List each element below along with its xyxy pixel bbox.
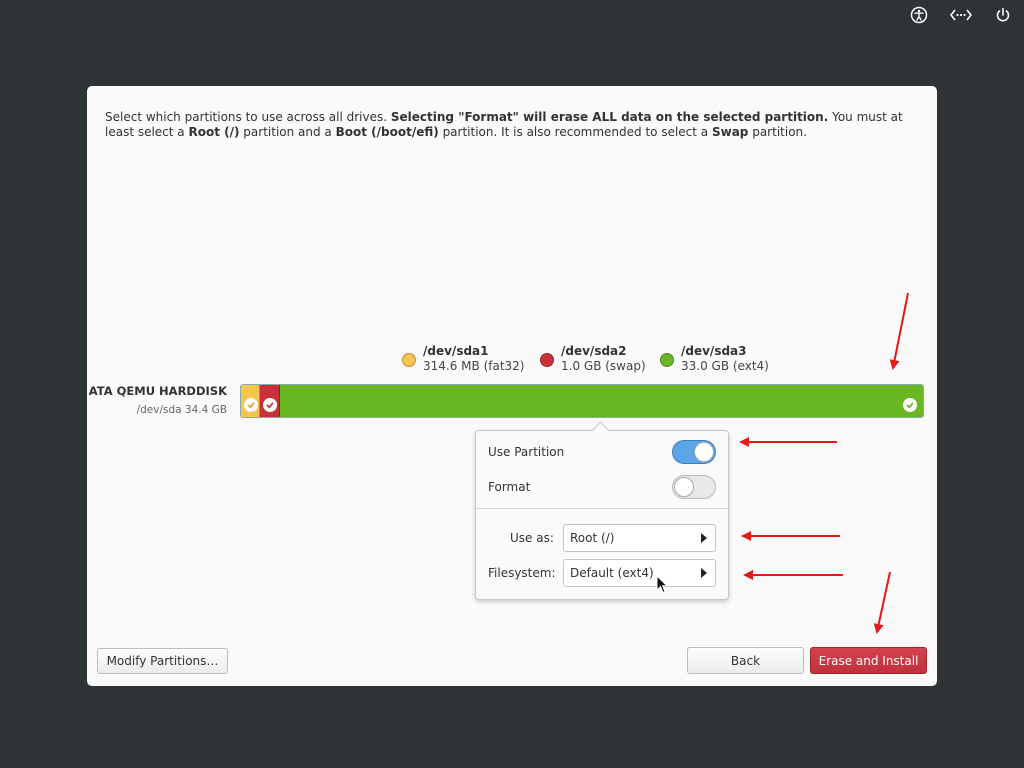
partition-segment-sda3[interactable]: [280, 385, 923, 417]
check-icon: [244, 398, 258, 412]
legend-item-sda2: /dev/sda2 1.0 GB (swap): [540, 344, 646, 374]
popover-arrow: [591, 421, 610, 440]
power-icon[interactable]: [994, 6, 1012, 24]
instructions-text: Select which partitions to use across al…: [105, 110, 903, 139]
network-icon[interactable]: [950, 6, 972, 24]
switch-knob: [694, 442, 714, 462]
partition-color-dot: [540, 353, 554, 367]
filesystem-combo[interactable]: Default (ext4): [563, 559, 716, 587]
partitioning-card: Select which partitions to use across al…: [87, 86, 937, 686]
accessibility-icon[interactable]: [910, 6, 928, 24]
filesystem-label: Filesystem:: [488, 566, 556, 580]
check-icon: [263, 398, 277, 412]
popover-separator: [476, 508, 728, 509]
switch-knob: [674, 477, 694, 497]
format-label: Format: [488, 480, 531, 494]
check-icon: [903, 398, 917, 412]
partition-options-popover: Use Partition Format Use as: Root (/) Fi…: [475, 421, 729, 600]
back-button[interactable]: Back: [687, 647, 804, 674]
erase-and-install-button[interactable]: Erase and Install: [810, 647, 927, 674]
disk-partition-bar: [240, 384, 924, 418]
partition-color-dot: [660, 353, 674, 367]
triangle-right-icon: [701, 568, 707, 578]
use-as-combo[interactable]: Root (/): [563, 524, 716, 552]
mouse-cursor-icon: [656, 574, 669, 598]
disk-info: /dev/sda 34.4 GB: [136, 404, 227, 416]
legend-item-sda3: /dev/sda3 33.0 GB (ext4): [660, 344, 769, 374]
partition-segment-sda2[interactable]: [260, 385, 280, 417]
use-as-label: Use as:: [510, 531, 554, 545]
disk-name: ATA QEMU HARDDISK: [88, 384, 227, 398]
triangle-right-icon: [701, 533, 707, 543]
legend-item-sda1: /dev/sda1 314.6 MB (fat32): [402, 344, 524, 374]
partition-color-dot: [402, 353, 416, 367]
format-switch[interactable]: [672, 475, 716, 499]
partition-segment-sda1[interactable]: [241, 385, 260, 417]
modify-partitions-button[interactable]: Modify Partitions…: [97, 648, 228, 674]
use-partition-switch[interactable]: [672, 440, 716, 464]
use-partition-label: Use Partition: [488, 445, 565, 459]
